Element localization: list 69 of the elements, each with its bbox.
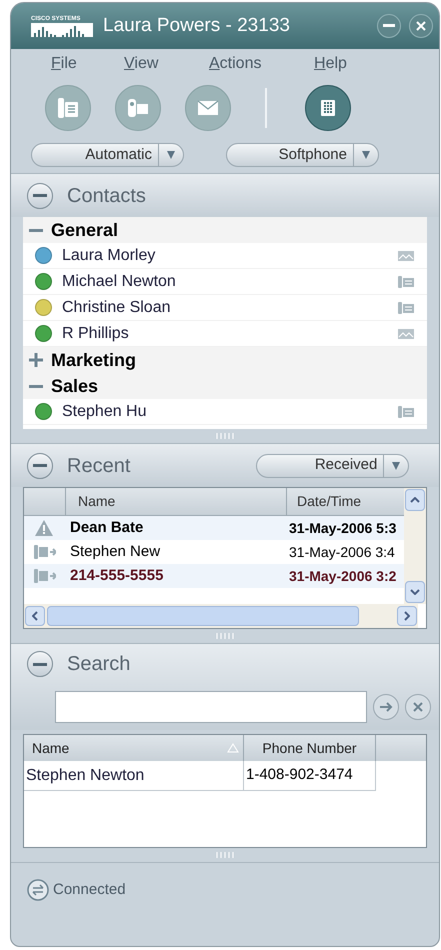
contact-row[interactable]: Laura Morley — [23, 243, 427, 269]
contact-name: Christine Sloan — [62, 298, 172, 318]
contact-name: R Phillips — [62, 324, 130, 344]
close-button[interactable] — [409, 14, 433, 38]
vertical-scrollbar[interactable] — [404, 488, 426, 604]
toolbar-button[interactable] — [305, 85, 351, 131]
grip-icon — [216, 633, 234, 639]
phone-icon — [56, 96, 80, 120]
minimize-button[interactable] — [377, 14, 401, 38]
window-title: Laura Powers - 23133 — [103, 14, 291, 38]
call-row[interactable]: 214-555-5555 31-May-2006 3:2 — [24, 564, 406, 588]
dropdown[interactable]: Received — [256, 454, 410, 478]
group-name: Sales — [51, 374, 98, 398]
right-arrow-icon — [379, 701, 393, 713]
horizontal-scrollbar[interactable] — [24, 604, 418, 628]
column-header[interactable]: Phone Number — [244, 735, 376, 761]
minus-icon — [33, 464, 47, 467]
go-button[interactable] — [373, 694, 399, 720]
menu-item[interactable]: View — [124, 52, 209, 76]
connection-status: Connected — [53, 880, 126, 900]
column-header[interactable]: Name — [24, 735, 244, 761]
call-time: 31-May-2006 3:2 — [288, 566, 398, 586]
section-title: Recent — [67, 454, 130, 478]
minimize-icon — [383, 24, 395, 28]
group-name: General — [51, 218, 118, 242]
clear-button[interactable] — [405, 694, 431, 720]
minus-icon — [29, 228, 43, 232]
expand-toggle[interactable] — [27, 351, 45, 369]
section-title: Contacts — [67, 184, 146, 208]
result-row[interactable]: Stephen Newton 1-408-902-3474 — [24, 761, 426, 791]
column-header[interactable]: Name — [66, 488, 287, 515]
grip-icon — [216, 852, 234, 858]
collapse-button[interactable] — [27, 452, 53, 478]
column-header[interactable]: Date/Time — [287, 488, 405, 515]
menu-item[interactable]: Help — [314, 52, 374, 76]
caller-name: 214-555-5555 — [69, 566, 164, 586]
dropdown[interactable]: Automatic — [31, 143, 184, 167]
video-camera-icon — [126, 96, 150, 120]
collapse-button[interactable] — [27, 651, 53, 677]
caller-name: Stephen New — [69, 542, 162, 562]
result-phone: 1-408-902-3474 — [244, 761, 376, 791]
menu-item[interactable]: File — [51, 52, 124, 76]
menu-item[interactable]: Actions — [209, 52, 314, 76]
contact-name: Stephen Hu — [62, 402, 148, 422]
sync-icon — [27, 879, 49, 901]
call-time: 31-May-2006 3:4 — [288, 542, 396, 562]
minus-icon — [33, 194, 47, 197]
call-row[interactable]: Dean Bate 31-May-2006 5:3 — [24, 516, 406, 540]
section-title: Search — [67, 652, 130, 677]
call-time: 31-May-2006 5:3 — [288, 518, 398, 538]
minus-icon — [33, 662, 47, 666]
sort-ascending-icon — [227, 743, 239, 753]
minus-icon — [29, 384, 43, 388]
contact-name: Michael Newton — [62, 272, 177, 292]
collapse-button[interactable] — [27, 182, 53, 208]
caller-name: Dean Bate — [69, 518, 144, 538]
plus-icon — [29, 353, 43, 367]
grip-icon — [216, 433, 234, 439]
result-name: Stephen Newton — [24, 761, 244, 791]
contact-row[interactable]: Stephen Hu — [23, 399, 427, 425]
dropdown[interactable]: Softphone — [226, 143, 379, 167]
logo-bars-icon — [31, 23, 93, 37]
contact-row[interactable]: Christine Sloan — [23, 295, 427, 321]
close-icon — [416, 21, 426, 31]
search-field[interactable] — [55, 691, 367, 723]
contact-row[interactable]: Michael Newton — [23, 269, 427, 295]
contact-name: Laura Morley — [62, 246, 156, 266]
close-icon — [413, 702, 423, 712]
group-name: Marketing — [51, 348, 136, 372]
